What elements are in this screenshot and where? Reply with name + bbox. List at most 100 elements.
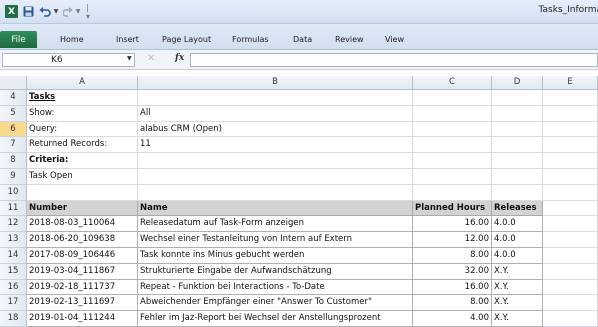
cell-e[interactable]: [543, 311, 598, 327]
row-header[interactable]: 5: [0, 105, 27, 122]
cell-e[interactable]: [543, 184, 598, 201]
cell-e[interactable]: [543, 121, 598, 138]
cell-e[interactable]: [543, 216, 598, 233]
table-cell-name[interactable]: Repeat - Funktion bei Interactions - To-…: [138, 279, 413, 296]
cell-d[interactable]: [492, 105, 543, 122]
cell-c[interactable]: [413, 184, 492, 201]
row-header[interactable]: 6: [0, 121, 27, 138]
redo-icon[interactable]: [62, 5, 74, 18]
cell-b[interactable]: [138, 153, 413, 169]
row-header[interactable]: 13: [0, 232, 27, 248]
table-cell-number[interactable]: 2019-03-04_111867: [27, 263, 138, 280]
row-header[interactable]: 17: [0, 295, 27, 312]
cell-d[interactable]: [492, 153, 543, 169]
row-header[interactable]: 8: [0, 153, 27, 169]
cell-d[interactable]: [492, 121, 543, 138]
save-icon[interactable]: [22, 5, 34, 18]
table-cell-release[interactable]: X.Y.: [492, 295, 543, 312]
cell-c[interactable]: [413, 121, 492, 138]
table-cell-name[interactable]: Releasedatum auf Task-Form anzeigen: [138, 216, 413, 233]
cell-b[interactable]: [138, 169, 413, 185]
cell-c[interactable]: [413, 137, 492, 154]
table-cell-name[interactable]: Wechsel einer Testanleitung von Intern a…: [138, 232, 413, 248]
row-header[interactable]: 7: [0, 137, 27, 154]
table-cell-hours[interactable]: 4.00: [413, 311, 492, 327]
cell-e[interactable]: [543, 263, 598, 280]
row-header[interactable]: 10: [0, 184, 27, 201]
cell-b[interactable]: alabus CRM (Open): [138, 121, 413, 138]
row-header[interactable]: 4: [0, 90, 27, 106]
table-header-planned-hours[interactable]: Planned Hours: [413, 200, 492, 217]
table-cell-name[interactable]: Abweichender Empfänger einer "Answer To …: [138, 295, 413, 312]
table-header-name[interactable]: Name: [138, 200, 413, 217]
row-header[interactable]: 14: [0, 248, 27, 264]
cell-c[interactable]: [413, 105, 492, 122]
cell-e[interactable]: [543, 295, 598, 312]
table-cell-name[interactable]: Fehler im Jaz-Report bei Wechsel der Ans…: [138, 311, 413, 327]
cell-a[interactable]: Tasks: [27, 90, 138, 106]
cell-c[interactable]: [413, 90, 492, 106]
column-header-e[interactable]: E: [543, 76, 598, 90]
undo-dropdown-icon[interactable]: ▼: [52, 5, 60, 18]
table-cell-number[interactable]: 2018-08-03_110064: [27, 216, 138, 233]
table-cell-name[interactable]: Strukturierte Eingabe der Aufwandschätzu…: [138, 263, 413, 280]
cell-a[interactable]: Query:: [27, 121, 138, 138]
column-header-b[interactable]: B: [138, 76, 413, 90]
table-cell-hours[interactable]: 32.00: [413, 263, 492, 280]
cell-b[interactable]: 11: [138, 137, 413, 154]
cell-e[interactable]: [543, 105, 598, 122]
tab-home[interactable]: Home: [60, 35, 84, 44]
customize-toolbar-icon[interactable]: |▾: [86, 3, 90, 21]
table-cell-release[interactable]: 4.0.0: [492, 216, 543, 233]
cell-d[interactable]: [492, 90, 543, 106]
column-header-c[interactable]: C: [413, 76, 492, 90]
column-header-a[interactable]: A: [27, 76, 138, 90]
row-header[interactable]: 9: [0, 169, 27, 185]
cell-c[interactable]: [413, 153, 492, 169]
tab-review[interactable]: Review: [335, 35, 364, 44]
row-header[interactable]: 11: [0, 200, 27, 217]
table-cell-number[interactable]: 2019-01-04_111244: [27, 311, 138, 327]
cell-e[interactable]: [543, 200, 598, 217]
redo-dropdown-icon[interactable]: ▼: [74, 5, 82, 18]
cell-a[interactable]: [27, 184, 138, 201]
cell-e[interactable]: [543, 169, 598, 185]
cell-e[interactable]: [543, 232, 598, 248]
table-cell-number[interactable]: 2019-02-18_111737: [27, 279, 138, 296]
cell-a[interactable]: Criteria:: [27, 153, 138, 169]
tab-formulas[interactable]: Formulas: [232, 35, 269, 44]
cell-e[interactable]: [543, 137, 598, 154]
table-cell-number[interactable]: 2019-02-13_111697: [27, 295, 138, 312]
row-header[interactable]: 18: [0, 311, 27, 327]
table-cell-number[interactable]: 2018-06-20_109638: [27, 232, 138, 248]
undo-icon[interactable]: [38, 5, 52, 18]
tab-data[interactable]: Data: [293, 35, 312, 44]
table-cell-number[interactable]: 2017-08-09_106446: [27, 248, 138, 264]
name-box-dropdown-icon[interactable]: ▼: [127, 55, 132, 62]
row-header[interactable]: 16: [0, 279, 27, 296]
table-cell-hours[interactable]: 12.00: [413, 232, 492, 248]
cell-a[interactable]: Task Open: [27, 169, 138, 185]
table-cell-hours[interactable]: 16.00: [413, 216, 492, 233]
table-cell-release[interactable]: 4.0.0: [492, 248, 543, 264]
table-cell-release[interactable]: X.Y.: [492, 279, 543, 296]
row-header[interactable]: 15: [0, 263, 27, 280]
excel-logo-icon[interactable]: X: [5, 5, 18, 18]
cell-d[interactable]: [492, 169, 543, 185]
cell-e[interactable]: [543, 248, 598, 264]
insert-function-icon[interactable]: fx: [175, 53, 184, 63]
table-cell-hours[interactable]: 8.00: [413, 248, 492, 264]
tab-insert[interactable]: Insert: [116, 35, 139, 44]
cancel-icon[interactable]: ✕: [147, 53, 155, 64]
select-all-corner[interactable]: [0, 76, 27, 90]
table-cell-name[interactable]: Task konnte ins Minus gebucht werden: [138, 248, 413, 264]
table-cell-hours[interactable]: 8.00: [413, 295, 492, 312]
cell-b[interactable]: [138, 184, 413, 201]
cell-a[interactable]: Returned Records:: [27, 137, 138, 154]
table-header-number[interactable]: Number: [27, 200, 138, 217]
column-header-d[interactable]: D: [492, 76, 543, 90]
table-header-releases[interactable]: Releases: [492, 200, 543, 217]
cell-e[interactable]: [543, 279, 598, 296]
table-cell-release[interactable]: X.Y.: [492, 263, 543, 280]
cell-a[interactable]: Show:: [27, 105, 138, 122]
